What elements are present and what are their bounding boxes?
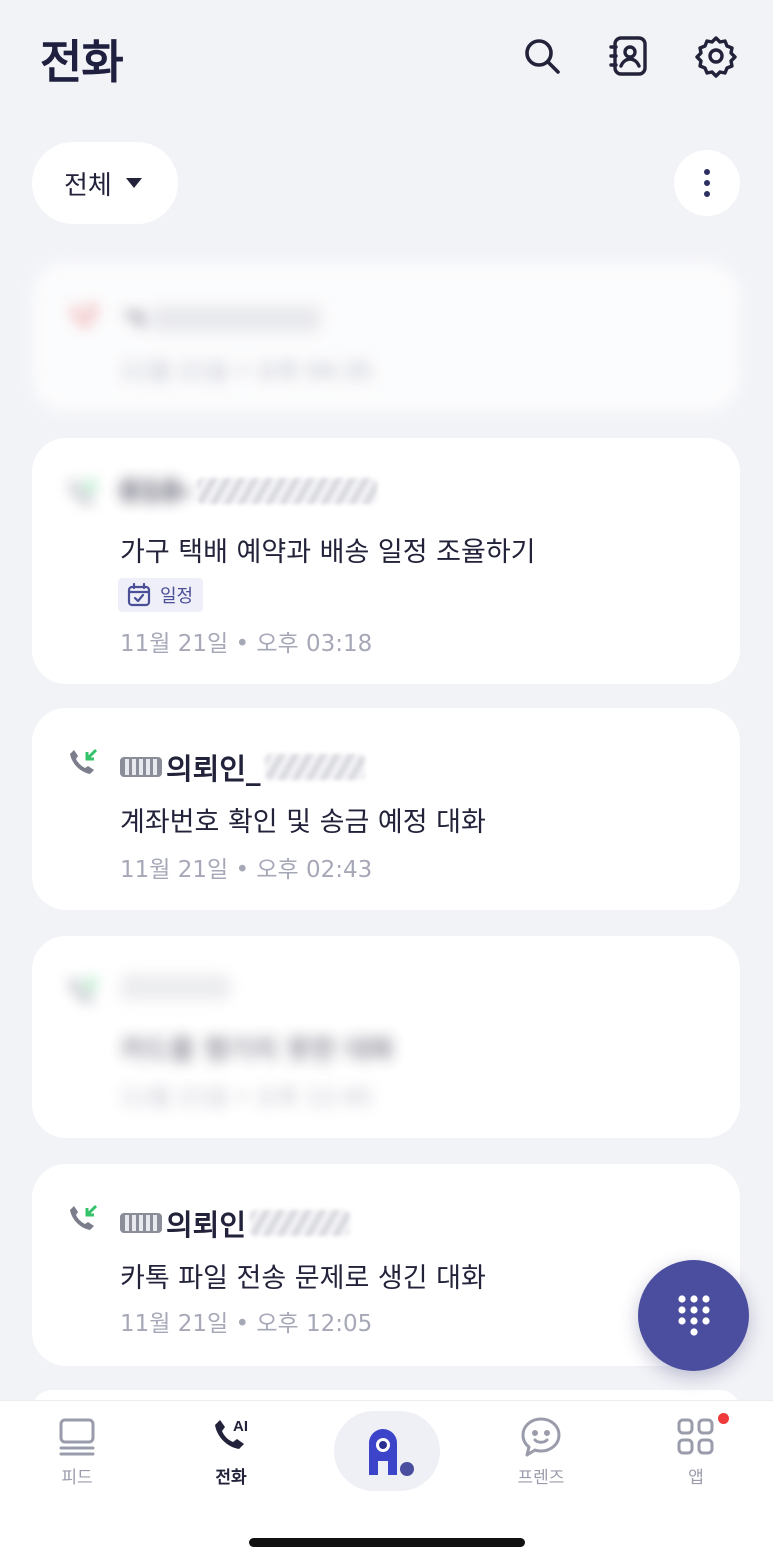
nav-feed[interactable]: 피드 — [17, 1415, 137, 1495]
filter-label: 전체 — [64, 170, 112, 201]
caller-name: ㄱ — [120, 304, 147, 338]
assistant-character-icon — [369, 1429, 414, 1476]
redacted-name — [196, 478, 377, 504]
incoming-call-icon — [70, 478, 98, 504]
search-icon — [525, 39, 560, 74]
nav-call[interactable]: AI 전화 — [171, 1415, 291, 1495]
dialpad-icon — [677, 1294, 710, 1336]
tag-label: 일정 — [160, 586, 194, 607]
call-card[interactable]: 카드를 챙기지 못한 대화 11월 21일 • 오후 12:45 — [32, 936, 740, 1138]
gear-icon — [695, 36, 737, 78]
missed-call-icon — [72, 304, 98, 326]
incoming-call-icon — [70, 748, 98, 774]
call-card[interactable]: ㄱ 11월 21일 • 오후 04:35 — [32, 262, 740, 412]
caller-name: 의뢰인_ — [166, 752, 261, 786]
nav-label: 전화 — [215, 1468, 247, 1488]
feed-icon — [59, 1418, 95, 1456]
call-datetime: 11월 21일 • 오후 02:43 — [120, 857, 373, 883]
nav-label: 프렌즈 — [517, 1468, 565, 1488]
nav-assistant[interactable] — [334, 1411, 440, 1491]
call-card[interactable]: 의뢰인 카톡 파일 전송 문제로 생긴 대화 11월 21일 • 오후 12:0… — [32, 1164, 740, 1366]
contacts-book-icon — [609, 36, 647, 76]
filter-dropdown[interactable]: 전체 — [32, 142, 178, 224]
call-card[interactable]: 010- 가구 택배 예약과 배송 일정 조율하기 일정 11월 21일 • 오… — [32, 438, 740, 684]
call-summary: 가구 택배 예약과 배송 일정 조율하기 — [120, 537, 536, 568]
call-summary: 카드를 챙기지 못한 대화 — [120, 1035, 395, 1066]
call-datetime: 11월 21일 • 오후 12:05 — [120, 1311, 373, 1337]
call-datetime: 11월 21일 • 오후 03:18 — [120, 631, 373, 657]
call-datetime: 11월 21일 • 오후 04:35 — [120, 359, 373, 385]
caller-name: 010- — [120, 474, 193, 508]
more-options-button[interactable] — [674, 150, 740, 216]
keyboard-icon — [120, 757, 162, 777]
nav-label: 피드 — [61, 1468, 93, 1488]
nav-friends[interactable]: 프렌즈 — [481, 1415, 601, 1495]
redacted-name — [150, 306, 321, 332]
schedule-tag[interactable]: 일정 — [118, 578, 204, 612]
notification-badge — [718, 1413, 729, 1424]
incoming-call-icon — [70, 976, 98, 1002]
caret-down-icon — [125, 178, 142, 188]
home-indicator[interactable] — [249, 1538, 525, 1547]
nav-apps[interactable]: 앱 — [636, 1413, 756, 1495]
redacted-name — [250, 1210, 351, 1236]
svg-text:AI: AI — [233, 1418, 248, 1435]
settings-button[interactable] — [692, 32, 740, 80]
page-title: 전화 — [40, 35, 124, 89]
redacted-name — [264, 754, 365, 780]
nav-label: 앱 — [688, 1468, 704, 1488]
redacted-name — [120, 974, 230, 1000]
call-datetime: 11월 21일 • 오후 12:45 — [120, 1085, 373, 1111]
keyboard-icon — [120, 1213, 162, 1233]
apps-grid-icon — [677, 1418, 714, 1455]
calendar-check-icon — [127, 582, 151, 607]
contacts-button[interactable] — [605, 32, 653, 80]
call-summary: 계좌번호 확인 및 송금 예정 대화 — [120, 807, 486, 838]
chat-bubble-icon — [521, 1417, 561, 1457]
incoming-call-icon — [70, 1204, 98, 1230]
call-summary: 카톡 파일 전송 문제로 생긴 대화 — [120, 1263, 486, 1294]
dialpad-button[interactable] — [638, 1260, 749, 1371]
search-button[interactable] — [518, 32, 566, 80]
caller-name: 의뢰인 — [166, 1208, 247, 1242]
ai-call-icon: AI — [215, 1418, 248, 1449]
more-vertical-icon — [704, 169, 710, 175]
phone-screen: 전화 전체 ㄱ 11월 21일 • 오후 04:35 010- 가구 택배 예약… — [0, 0, 773, 1565]
call-card[interactable]: 의뢰인_ 계좌번호 확인 및 송금 예정 대화 11월 21일 • 오후 02:… — [32, 708, 740, 910]
